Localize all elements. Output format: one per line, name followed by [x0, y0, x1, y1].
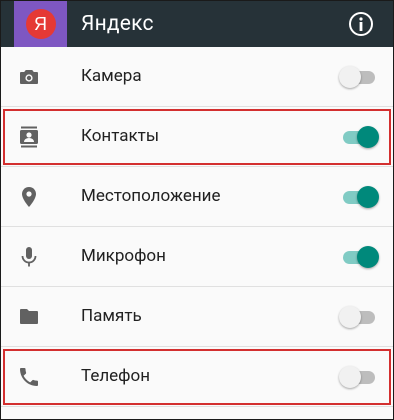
app-logo: Я	[14, 1, 67, 47]
permission-row-microphone[interactable]: Микрофон	[1, 227, 393, 287]
permission-label: Память	[81, 306, 142, 326]
contacts-toggle[interactable]	[339, 126, 379, 148]
yandex-logo-icon: Я	[25, 9, 56, 39]
permission-row-phone[interactable]: Телефон	[1, 347, 393, 407]
location-toggle[interactable]	[339, 186, 379, 208]
permission-row-location[interactable]: Местоположение	[1, 167, 393, 227]
phone-toggle[interactable]	[339, 366, 379, 388]
permission-label: Контакты	[81, 126, 160, 146]
microphone-toggle[interactable]	[339, 246, 379, 268]
info-button[interactable]	[347, 10, 375, 38]
permission-row-camera[interactable]: Камера	[1, 47, 393, 107]
permissions-list: Камера Контакты Местоположение Микрофон …	[1, 47, 393, 407]
phone-icon	[20, 368, 38, 386]
permission-row-contacts[interactable]: Контакты	[1, 107, 393, 167]
app-title: Яндекс	[81, 12, 154, 36]
app-bar: Я Яндекс	[1, 1, 393, 47]
camera-icon	[20, 70, 38, 84]
folder-icon	[20, 309, 38, 324]
camera-toggle[interactable]	[339, 66, 379, 88]
app-permissions-screen: Я Яндекс Камера Контакты Местоположение …	[0, 0, 394, 420]
permission-label: Местоположение	[81, 186, 221, 206]
permission-row-storage[interactable]: Память	[1, 287, 393, 347]
permission-label: Камера	[81, 66, 142, 86]
info-icon	[349, 12, 373, 36]
permission-label: Микрофон	[81, 246, 166, 266]
location-icon	[22, 187, 36, 207]
microphone-icon	[21, 247, 37, 267]
contacts-icon	[20, 126, 38, 148]
storage-toggle[interactable]	[339, 306, 379, 328]
permission-label: Телефон	[81, 366, 151, 386]
